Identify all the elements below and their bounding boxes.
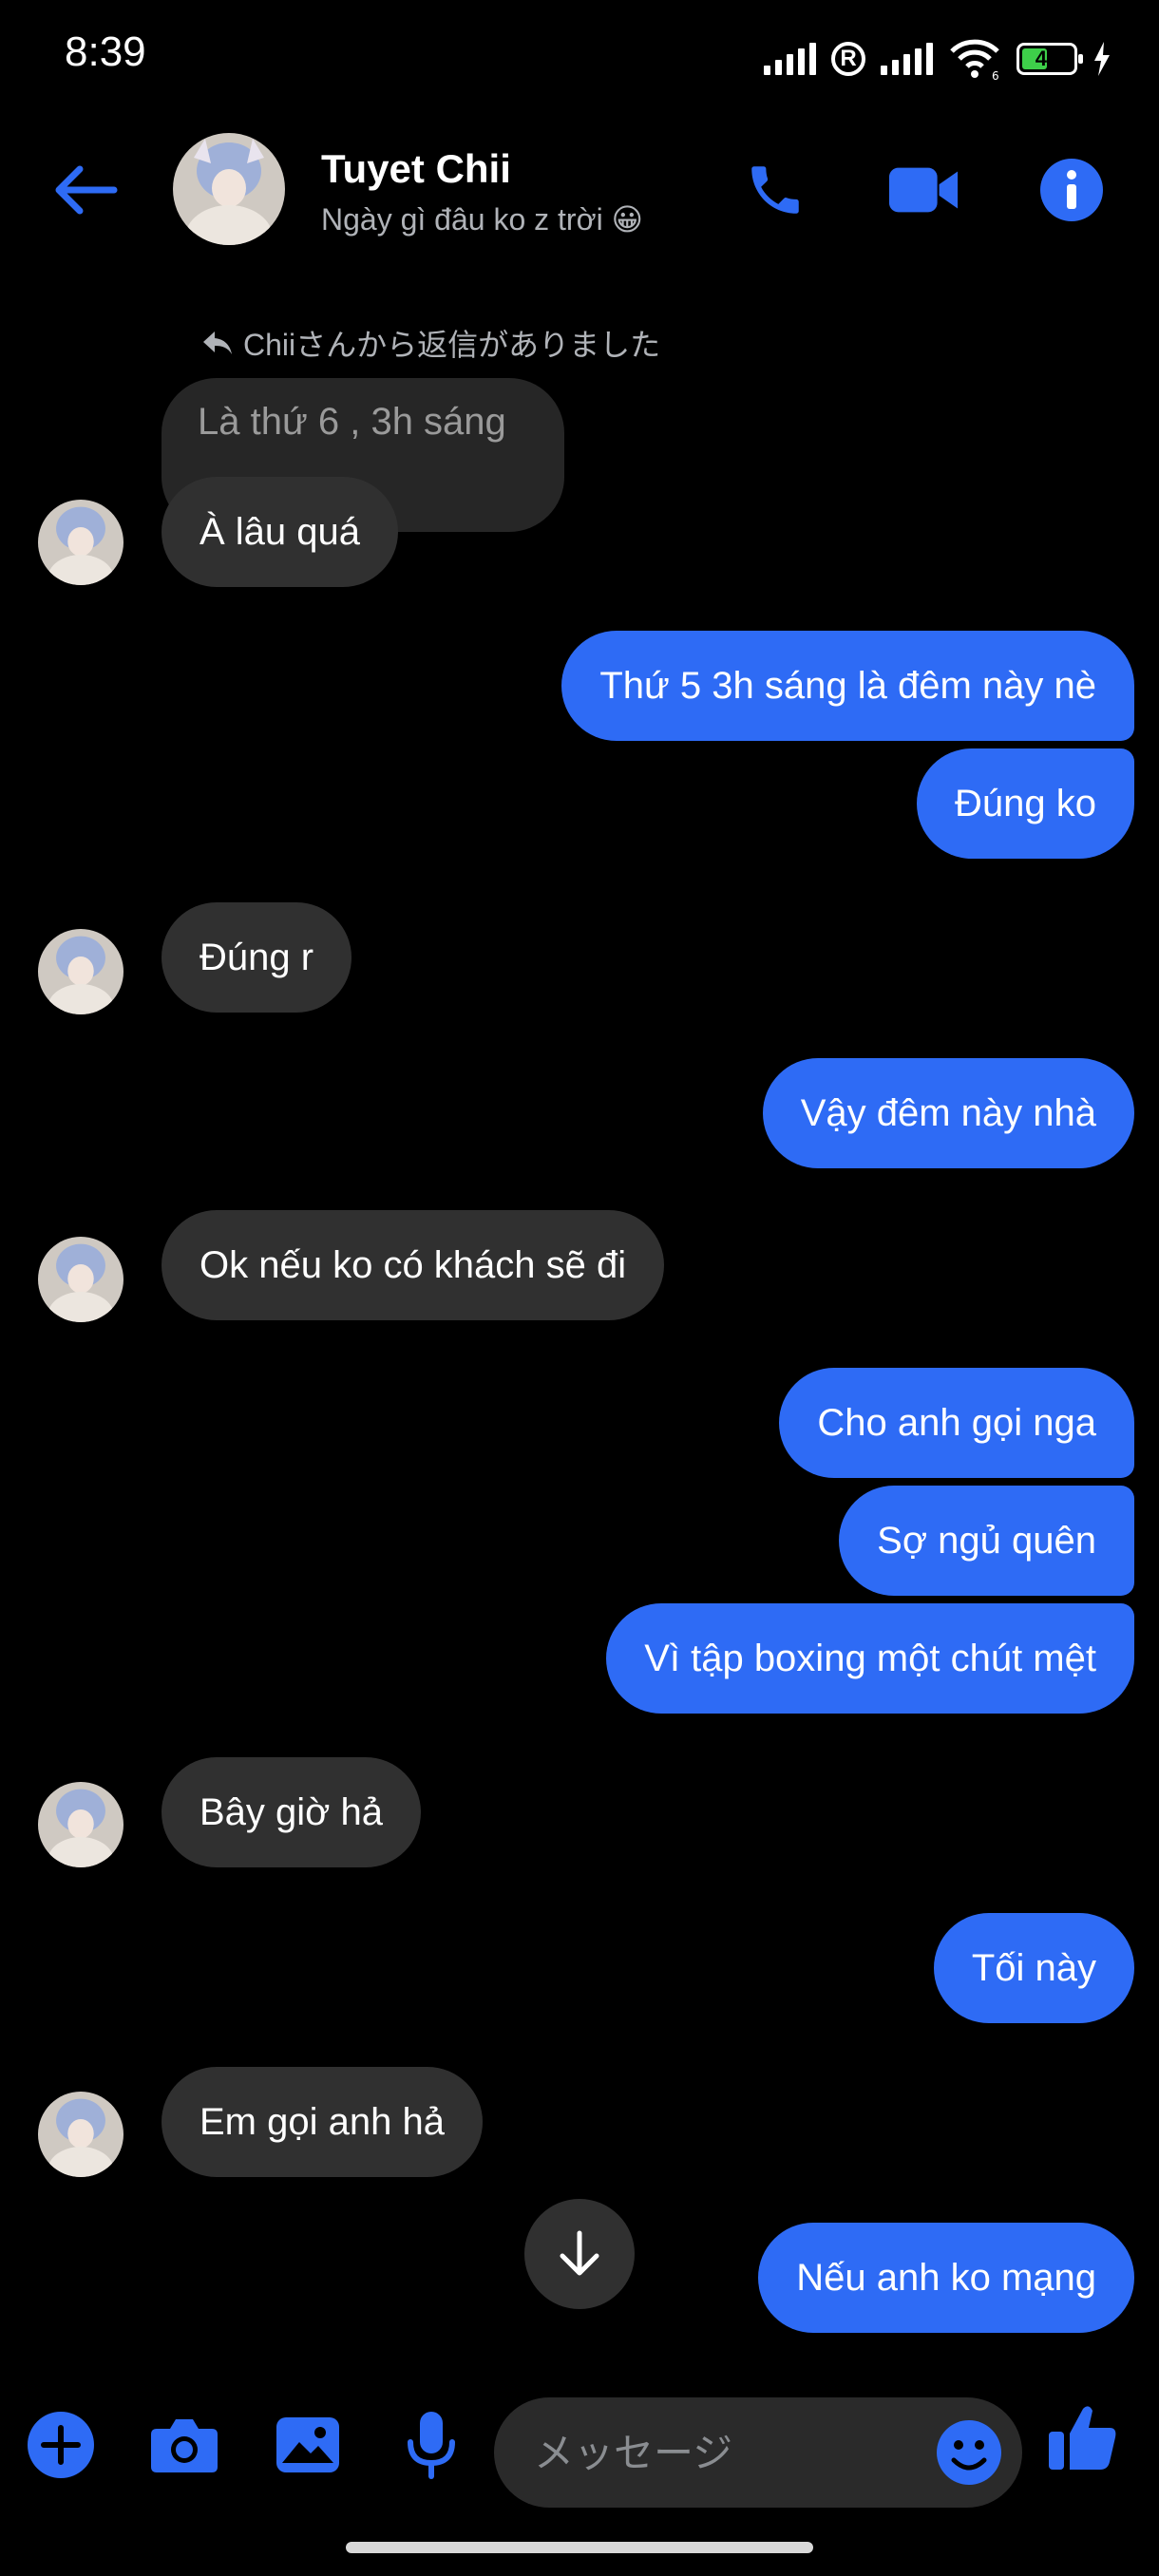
- message-text: Đúng r: [200, 937, 314, 978]
- image-icon: [276, 2417, 339, 2472]
- video-camera-icon: [888, 167, 959, 213]
- outgoing-message[interactable]: Vì tập boxing một chút mệt: [606, 1603, 1134, 1714]
- reply-note: Chiiさんから返信がありました: [201, 321, 660, 365]
- contact-avatar[interactable]: [173, 133, 285, 245]
- incoming-message[interactable]: Bây giờ hả: [162, 1757, 422, 1867]
- signal-icon: [881, 43, 933, 75]
- emoji-button[interactable]: [935, 2418, 1003, 2487]
- charging-icon: [1094, 42, 1110, 76]
- message-composer: [0, 2375, 1159, 2527]
- message-text: À lâu quá: [200, 511, 361, 553]
- message-text: Nếu anh ko mạng: [796, 2257, 1096, 2299]
- plus-circle-icon: [28, 2412, 94, 2478]
- reply-note-text: Chiiさんから返信がありました: [243, 328, 661, 362]
- phone-icon: [751, 166, 799, 214]
- camera-icon: [151, 2419, 218, 2472]
- quoted-message-text: Là thứ 6 , 3h sáng: [198, 401, 506, 443]
- outgoing-message[interactable]: Sợ ngủ quên: [839, 1486, 1134, 1596]
- message-text: Đúng ko: [955, 783, 1096, 824]
- status-bar: 8:39 R 6 45: [0, 0, 1159, 114]
- video-call-button[interactable]: [887, 154, 960, 226]
- incoming-message[interactable]: À lâu quá: [162, 477, 399, 587]
- incoming-message[interactable]: Em gọi anh hả: [162, 2067, 483, 2177]
- sender-avatar[interactable]: [38, 929, 124, 1014]
- roaming-icon: R: [831, 42, 865, 76]
- gallery-button[interactable]: [270, 2407, 346, 2483]
- battery-icon: 45: [1016, 43, 1083, 75]
- incoming-message[interactable]: Ok nếu ko có khách sẽ đi: [162, 1210, 665, 1320]
- message-text: Bây giờ hả: [200, 1791, 384, 1833]
- microphone-icon: [408, 2412, 455, 2479]
- thumbs-up-icon: [1049, 2406, 1116, 2470]
- message-text: Thứ 5 3h sáng là đêm này nè: [599, 665, 1096, 707]
- status-time: 8:39: [65, 28, 146, 75]
- info-icon: [1040, 159, 1103, 221]
- incoming-message[interactable]: Đúng r: [162, 902, 352, 1013]
- signal-icon: [764, 43, 816, 75]
- message-text: Em gọi anh hả: [200, 2101, 445, 2143]
- like-button[interactable]: [1045, 2399, 1121, 2475]
- info-button[interactable]: [1036, 154, 1108, 226]
- outgoing-message[interactable]: Nếu anh ko mạng: [758, 2223, 1134, 2333]
- contact-status: Ngày gì đâu ko z trời 😀: [321, 202, 643, 237]
- back-button[interactable]: [48, 161, 124, 218]
- outgoing-message[interactable]: Cho anh gọi nga: [779, 1368, 1134, 1478]
- arrow-down-icon: [560, 2230, 599, 2276]
- message-text: Vì tập boxing một chút mệt: [644, 1638, 1096, 1679]
- wifi-icon: 6: [950, 39, 999, 80]
- message-text: Cho anh gọi nga: [817, 1402, 1096, 1444]
- scroll-to-bottom-button[interactable]: [524, 2199, 635, 2309]
- smiley-icon: [937, 2420, 1001, 2485]
- home-indicator[interactable]: [346, 2542, 813, 2553]
- reply-icon: [203, 331, 232, 354]
- message-text: Sợ ngủ quên: [877, 1520, 1096, 1562]
- outgoing-message[interactable]: Tối này: [933, 1913, 1134, 2023]
- chat-header: Tuyet Chii Ngày gì đâu ko z trời 😀: [0, 133, 1159, 247]
- outgoing-message[interactable]: Đúng ko: [917, 748, 1134, 859]
- status-icons: R 6 45: [764, 32, 1112, 85]
- sender-avatar[interactable]: [38, 500, 124, 585]
- arrow-left-icon: [55, 165, 118, 215]
- contact-name[interactable]: Tuyet Chii: [321, 146, 511, 192]
- sender-avatar[interactable]: [38, 1782, 124, 1867]
- sender-avatar[interactable]: [38, 2092, 124, 2177]
- battery-level: 45: [1035, 47, 1059, 70]
- message-text: Tối này: [971, 1947, 1096, 1989]
- more-actions-button[interactable]: [23, 2407, 99, 2483]
- outgoing-message[interactable]: Thứ 5 3h sáng là đêm này nè: [561, 631, 1134, 741]
- sender-avatar[interactable]: [38, 1237, 124, 1322]
- svg-text:6: 6: [992, 69, 999, 80]
- voice-call-button[interactable]: [739, 154, 811, 226]
- message-text: Vậy đêm này nhà: [800, 1092, 1096, 1134]
- camera-button[interactable]: [146, 2407, 222, 2483]
- message-text: Ok nếu ko có khách sẽ đi: [200, 1244, 627, 1286]
- voice-message-button[interactable]: [393, 2407, 469, 2483]
- outgoing-message[interactable]: Vậy đêm này nhà: [762, 1058, 1134, 1168]
